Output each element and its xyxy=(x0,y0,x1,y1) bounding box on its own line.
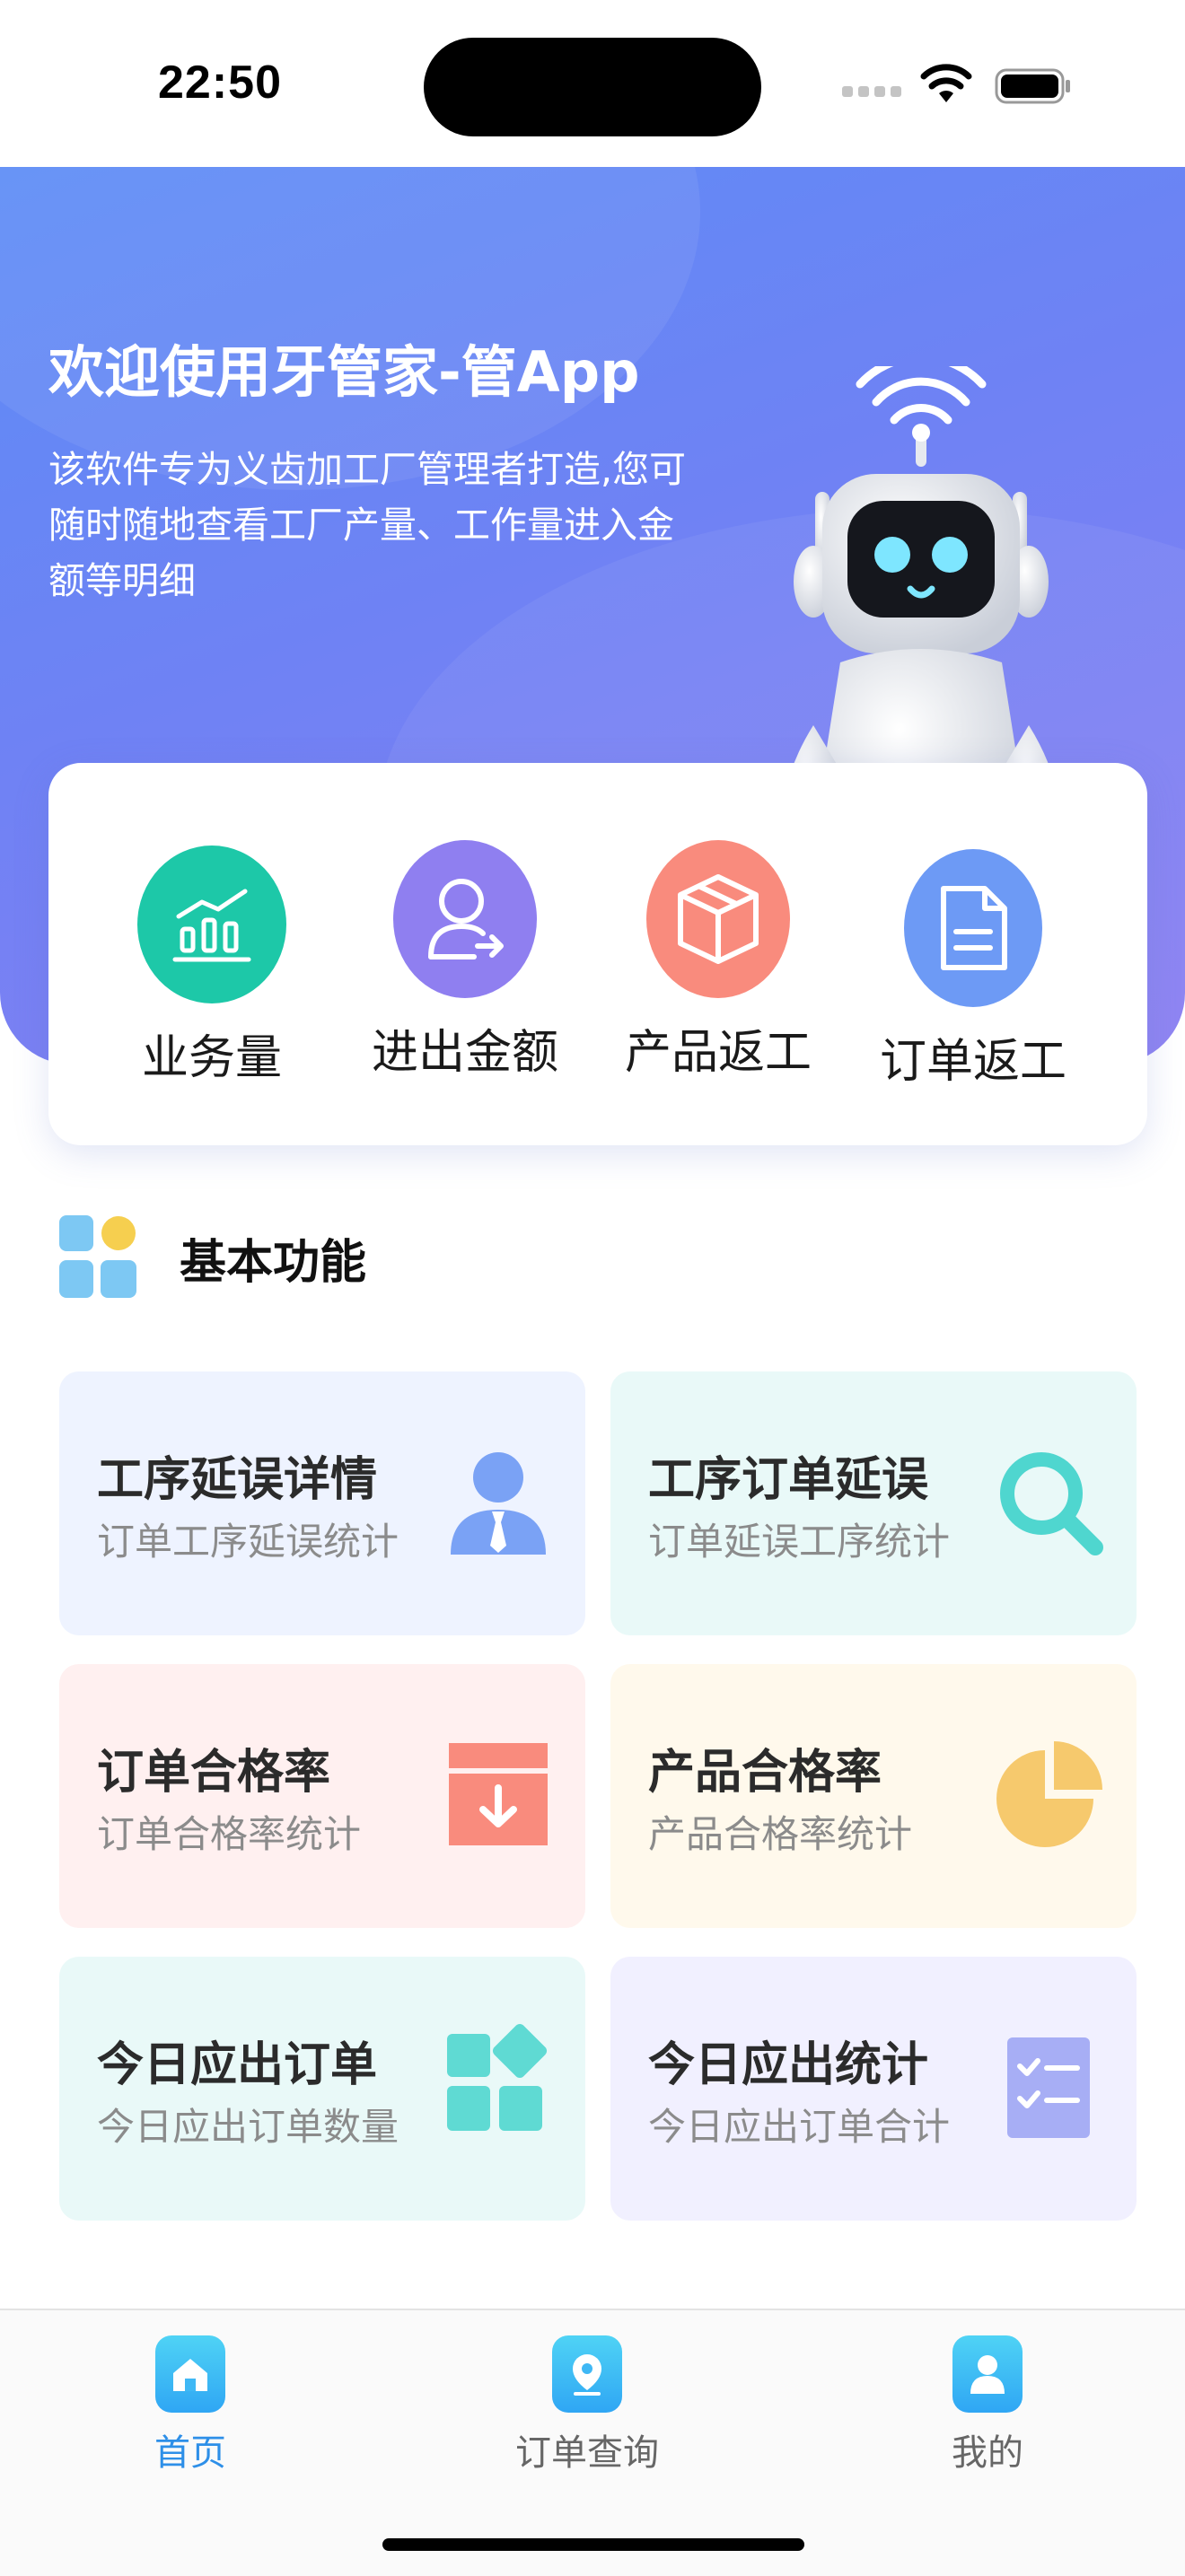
feature-title: 工序订单延误 xyxy=(648,1453,929,1507)
feature-today-due-stats[interactable]: 今日应出统计 今日应出订单合计 xyxy=(610,1957,1137,2221)
status-bar: 22:50 xyxy=(0,0,1185,167)
feature-subtitle: 订单延误工序统计 xyxy=(648,1520,951,1564)
home-icon xyxy=(155,2335,225,2413)
tab-label: 首页 xyxy=(154,2432,226,2474)
feature-order-pass-rate[interactable]: 订单合格率 订单合格率统计 xyxy=(59,1664,585,1928)
archive-down-icon xyxy=(449,1743,548,1845)
quick-action-business-volume[interactable]: 业务量 xyxy=(95,846,329,1087)
quick-action-order-rework[interactable]: 订单返工 xyxy=(856,849,1090,1091)
quick-action-label: 进出金额 xyxy=(371,1026,558,1080)
feature-subtitle: 今日应出订单合计 xyxy=(648,2105,951,2149)
feature-title: 今日应出订单 xyxy=(97,2038,378,2092)
quick-action-in-out-amount[interactable]: 进出金额 xyxy=(348,840,582,1082)
battery-icon xyxy=(995,68,1070,104)
status-time: 22:50 xyxy=(158,57,282,109)
feature-process-order-delay[interactable]: 工序订单延误 订单延误工序统计 xyxy=(610,1371,1137,1635)
hero-description: 该软件专为义齿加工厂管理者打造,您可随时随地查看工厂产量、工作量进入金额等明细 xyxy=(48,448,687,602)
bottom-tab-bar: 首页 订单查询 我的 xyxy=(0,2309,1185,2576)
tab-label: 我的 xyxy=(952,2432,1023,2474)
feature-title: 今日应出统计 xyxy=(648,2038,929,2092)
cellular-signal-icon xyxy=(842,86,903,99)
feature-today-due-orders[interactable]: 今日应出订单 今日应出订单数量 xyxy=(59,1957,585,2221)
wifi-icon xyxy=(920,64,972,102)
feature-title: 产品合格率 xyxy=(648,1746,882,1800)
chart-bar-icon xyxy=(137,846,286,1003)
feature-title: 订单合格率 xyxy=(97,1746,331,1800)
quick-action-label: 订单返工 xyxy=(879,1035,1066,1089)
checklist-icon xyxy=(1007,2037,1090,2138)
search-icon xyxy=(1000,1452,1103,1555)
quick-action-label: 业务量 xyxy=(141,1031,282,1085)
tab-label: 订单查询 xyxy=(515,2432,659,2474)
pie-chart-icon xyxy=(996,1741,1102,1847)
location-pin-icon xyxy=(552,2335,622,2413)
feature-title: 工序延误详情 xyxy=(97,1453,378,1507)
feature-subtitle: 产品合格率统计 xyxy=(648,1812,913,1856)
document-icon xyxy=(904,849,1042,1007)
tab-order-query[interactable]: 订单查询 xyxy=(479,2335,695,2475)
quick-action-label: 产品返工 xyxy=(624,1026,812,1080)
hero-title: 欢迎使用牙管家-管App xyxy=(48,339,640,405)
user-transfer-icon xyxy=(393,840,537,998)
blocks-icon xyxy=(447,2023,548,2131)
person-tie-icon xyxy=(451,1452,546,1555)
feature-subtitle: 今日应出订单数量 xyxy=(97,2105,399,2149)
home-indicator[interactable] xyxy=(382,2538,804,2551)
quick-actions-card: 业务量 进出金额 产品返工 订单返工 xyxy=(48,763,1147,1145)
dynamic-island xyxy=(424,38,761,136)
quick-action-product-rework[interactable]: 产品返工 xyxy=(601,840,835,1082)
section-title: 基本功能 xyxy=(180,1236,367,1290)
feature-product-pass-rate[interactable]: 产品合格率 产品合格率统计 xyxy=(610,1664,1137,1928)
tab-profile[interactable]: 我的 xyxy=(880,2335,1095,2475)
feature-subtitle: 订单合格率统计 xyxy=(97,1812,362,1856)
grid-apps-icon xyxy=(59,1215,136,1298)
feature-subtitle: 订单工序延误统计 xyxy=(97,1520,399,1564)
box-icon xyxy=(646,840,790,998)
user-icon xyxy=(952,2335,1023,2413)
feature-process-delay-details[interactable]: 工序延误详情 订单工序延误统计 xyxy=(59,1371,585,1635)
tab-home[interactable]: 首页 xyxy=(83,2335,298,2475)
